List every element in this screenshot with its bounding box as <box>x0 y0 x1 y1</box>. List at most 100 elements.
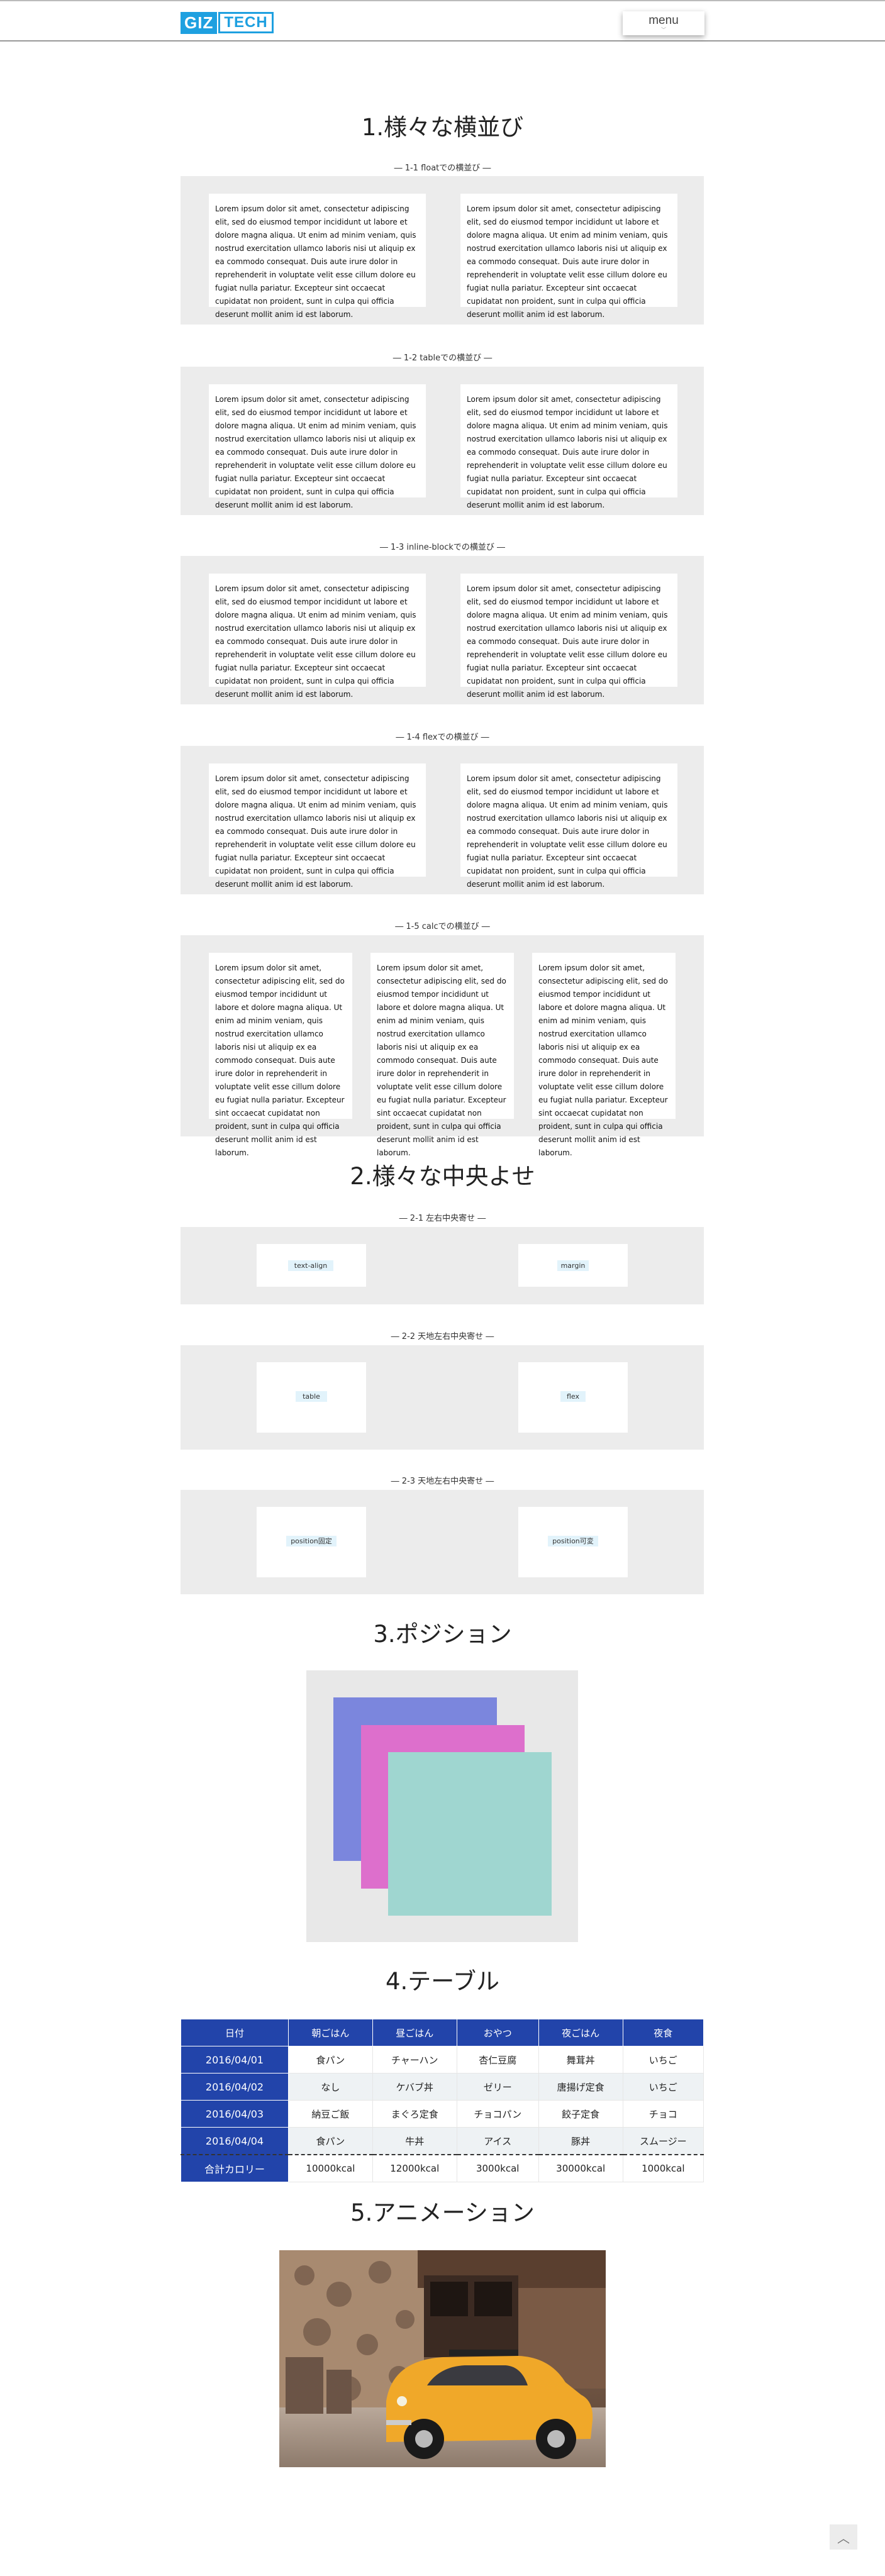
pos-var-tag: position可変 <box>548 1536 598 1546</box>
table-cell: 10000kcal <box>288 2154 373 2182</box>
margin-box: margin <box>518 1244 628 1287</box>
header-dinner: 夜ごはん <box>538 2019 623 2046</box>
table-cell-date: 2016/04/02 <box>181 2073 289 2101</box>
calc-panel: Lorem ipsum dolor sit amet, consectetur … <box>181 935 704 1157</box>
table-cell: 3000kcal <box>456 2154 539 2182</box>
table-row: 2016/04/03 納豆ご飯 まぐろ定食 チョコパン 餃子定食 チョコ <box>181 2100 704 2128</box>
table-cell: なし <box>288 2073 373 2101</box>
logo-tech: TECH <box>218 12 274 33</box>
meal-table: 日付 朝ごはん 昼ごはん おやつ 夜ごはん 夜食 2016/04/01 食パン … <box>181 2019 704 2182</box>
header-lunch: 昼ごはん <box>372 2019 457 2046</box>
table-card-2: Lorem ipsum dolor sit amet, consectetur … <box>460 384 677 509</box>
table-header-row: 日付 朝ごはん 昼ごはん おやつ 夜ごはん 夜食 <box>181 2019 704 2046</box>
calc-card-3: Lorem ipsum dolor sit amet, consectetur … <box>532 953 676 1157</box>
table-cell: いちご <box>622 2073 704 2101</box>
table-cell: チョコパン <box>456 2100 539 2128</box>
header-snack: おやつ <box>456 2019 539 2046</box>
table-cell: 12000kcal <box>372 2154 457 2182</box>
table-panel: Lorem ipsum dolor sit amet, consectetur … <box>181 367 704 515</box>
table-cell: 牛丼 <box>372 2127 457 2155</box>
sub-1-5: ― 1-5 calcでの横並び ― <box>395 922 490 931</box>
flex-card-2: Lorem ipsum dolor sit amet, consectetur … <box>460 763 677 889</box>
text-align-tag: text-align <box>288 1260 333 1271</box>
back-to-top-button[interactable]: ︿ <box>830 2524 857 2550</box>
float-card-2: Lorem ipsum dolor sit amet, consectetur … <box>460 194 677 319</box>
flex-tag: flex <box>560 1391 586 1402</box>
flex-center-box: flex <box>518 1362 628 1433</box>
table-row: 2016/04/02 なし ケバブ丼 ゼリー 唐揚げ定食 いちご <box>181 2073 704 2101</box>
table-cell: 唐揚げ定食 <box>538 2073 623 2101</box>
logo[interactable]: GIZ TECH <box>181 10 274 35</box>
chevron-down-icon: ﹀ <box>661 27 666 33</box>
table-cell-total-label: 合計カロリー <box>181 2154 289 2182</box>
header-date: 日付 <box>181 2019 289 2046</box>
table-cell: チョコ <box>622 2100 704 2128</box>
header-breakfast: 朝ごはん <box>288 2019 373 2046</box>
front-square <box>388 1752 552 1916</box>
table-cell-date: 2016/04/03 <box>181 2100 289 2128</box>
header-late-snack: 夜食 <box>622 2019 704 2046</box>
table-total-row: 合計カロリー 10000kcal 12000kcal 3000kcal 3000… <box>181 2154 704 2182</box>
sub-2-2: ― 2-2 天地左右中央寄せ ― <box>391 1332 494 1341</box>
table-row: 2016/04/01 食パン チャーハン 杏仁豆腐 舞茸丼 いちご <box>181 2046 704 2074</box>
section5-title: 5.アニメーション <box>350 2199 535 2226</box>
logo-giz: GIZ <box>181 11 218 34</box>
table-center-box: table <box>257 1362 366 1433</box>
margin-tag: margin <box>557 1260 589 1271</box>
flex-panel: Lorem ipsum dolor sit amet, consectetur … <box>181 746 704 894</box>
inline-card-1: Lorem ipsum dolor sit amet, consectetur … <box>209 574 426 699</box>
car-image <box>279 2250 606 2467</box>
section2-title: 2.様々な中央よせ <box>350 1163 535 1190</box>
pos-fixed-box: position固定 <box>257 1507 366 1577</box>
inline-block-panel: Lorem ipsum dolor sit amet, consectetur … <box>181 556 704 704</box>
table-cell: 杏仁豆腐 <box>456 2046 539 2074</box>
sub-1-1: ― 1-1 floatでの横並び ― <box>394 164 491 173</box>
center-h-panel: text-align margin <box>181 1227 704 1304</box>
calc-card-2: Lorem ipsum dolor sit amet, consectetur … <box>370 953 514 1157</box>
table-cell: ゼリー <box>456 2073 539 2101</box>
float-card-1: Lorem ipsum dolor sit amet, consectetur … <box>209 194 426 319</box>
table-cell: チャーハン <box>372 2046 457 2074</box>
text-align-box: text-align <box>257 1244 366 1287</box>
chevron-up-icon: ︿ <box>837 2531 850 2546</box>
car-photo <box>279 2250 606 2467</box>
table-cell: 豚丼 <box>538 2127 623 2155</box>
position-demo-box <box>306 1670 578 1942</box>
table-cell: 食パン <box>288 2127 373 2155</box>
center-pos-panel: position固定 position可変 <box>181 1490 704 1594</box>
table-cell: 30000kcal <box>538 2154 623 2182</box>
calc-card-1: Lorem ipsum dolor sit amet, consectetur … <box>209 953 352 1157</box>
table-cell: まぐろ定食 <box>372 2100 457 2128</box>
table-cell: いちご <box>622 2046 704 2074</box>
pos-fixed-tag: position固定 <box>286 1536 337 1546</box>
table-tag: table <box>296 1391 327 1402</box>
table-cell: 1000kcal <box>622 2154 704 2182</box>
section4-title: 4.テーブル <box>385 1968 500 1995</box>
sub-2-3: ― 2-3 天地左右中央寄せ ― <box>391 1477 494 1486</box>
sub-2-1: ― 2-1 左右中央寄せ ― <box>399 1214 486 1223</box>
table-cell: 食パン <box>288 2046 373 2074</box>
table-cell-date: 2016/04/01 <box>181 2046 289 2074</box>
section3-title: 3.ポジション <box>373 1621 512 1648</box>
pos-var-box: position可変 <box>518 1507 628 1577</box>
table-cell-date: 2016/04/04 <box>181 2127 289 2155</box>
table-cell: 餃子定食 <box>538 2100 623 2128</box>
site-header: GIZ TECH menu ﹀ <box>0 0 885 42</box>
table-row: 2016/04/04 食パン 牛丼 アイス 豚丼 スムージー <box>181 2127 704 2155</box>
table-cell: 納豆ご飯 <box>288 2100 373 2128</box>
table-cell: アイス <box>456 2127 539 2155</box>
table-card-1: Lorem ipsum dolor sit amet, consectetur … <box>209 384 426 509</box>
sub-1-2: ― 1-2 tableでの横並び ― <box>392 353 493 363</box>
section1-title: 1.様々な横並び <box>361 114 524 141</box>
center-hv-panel: table flex <box>181 1345 704 1450</box>
menu-button[interactable]: menu ﹀ <box>623 11 704 35</box>
sub-1-3: ― 1-3 inline-blockでの横並び ― <box>379 543 506 552</box>
float-panel: Lorem ipsum dolor sit amet, consectetur … <box>181 176 704 325</box>
inline-card-2: Lorem ipsum dolor sit amet, consectetur … <box>460 574 677 699</box>
table-cell: 舞茸丼 <box>538 2046 623 2074</box>
flex-card-1: Lorem ipsum dolor sit amet, consectetur … <box>209 763 426 889</box>
table-cell: スムージー <box>622 2127 704 2155</box>
sub-1-4: ― 1-4 flexでの横並び ― <box>396 733 489 742</box>
table-cell: ケバブ丼 <box>372 2073 457 2101</box>
menu-label: menu <box>648 14 679 27</box>
